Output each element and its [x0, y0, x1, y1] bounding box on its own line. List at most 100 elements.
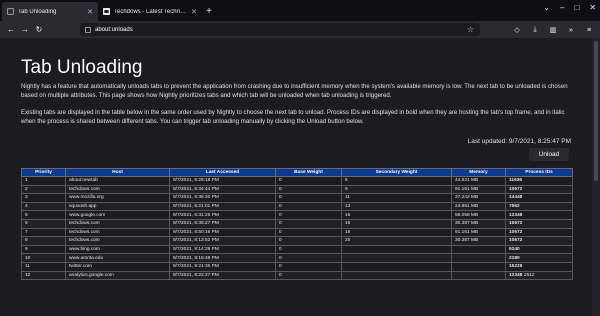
cell-base-weight: 0	[275, 176, 342, 186]
process-id: 12348	[509, 212, 523, 218]
cell-memory	[451, 244, 506, 255]
downloads-icon[interactable]: ⤓	[528, 23, 542, 37]
url-bar[interactable]: about:unloads ☆	[80, 23, 480, 36]
cell-base-weight: 0	[275, 201, 342, 212]
cell-process-ids: 15228	[505, 261, 573, 272]
cell-base-weight: 0	[275, 270, 342, 281]
cell-memory: 24.851 MB	[451, 201, 506, 212]
forward-button[interactable]: →	[18, 23, 32, 37]
reload-button[interactable]: ↻	[32, 23, 46, 37]
cell-last-accessed: 9/7/2021, 8:36:20 PM	[169, 193, 276, 203]
cell-host: www.amrita.edu	[65, 253, 170, 263]
instructions-paragraph: Existing tabs are displayed in the table…	[21, 109, 565, 125]
table-row: 12 analytics.google.com 9/7/2021, 8:22:27 …	[21, 270, 573, 281]
new-tab-button[interactable]: +	[202, 2, 216, 21]
process-id: 10672	[509, 186, 523, 192]
cell-secondary-weight: 25	[341, 236, 452, 246]
cell-secondary-weight: 11	[341, 193, 452, 203]
tab-strip: Tab Unloading ✕ Techdows - Latest Techno…	[0, 0, 600, 21]
table-row: 5 www.google.com 9/7/2021, 6:31:25 PM 0 15 56…	[21, 210, 573, 220]
process-id: 12348	[509, 272, 523, 278]
library-icon[interactable]: ▥	[546, 23, 560, 37]
header-secondary-weight[interactable]: Secondary Weight	[341, 168, 452, 177]
process-id: 7552	[509, 204, 520, 210]
cell-base-weight: 0	[275, 210, 342, 220]
unload-button[interactable]: Unload	[529, 148, 569, 161]
cell-secondary-weight	[341, 244, 452, 255]
extensions-icon[interactable]: »	[564, 23, 578, 37]
cell-secondary-weight: 9	[341, 184, 452, 195]
header-last-accessed[interactable]: Last Accessed	[169, 168, 276, 177]
minimize-icon[interactable]: –	[560, 3, 564, 12]
cell-base-weight: 0	[275, 236, 342, 246]
cell-memory: 44.621 MB	[451, 176, 506, 186]
cell-host: analytics.google.com	[65, 270, 170, 281]
cell-host: squoosh.app	[65, 201, 170, 212]
cell-priority: 6	[21, 218, 66, 229]
table-row: 4 squoosh.app 9/7/2021, 6:21:01 PM 0 13 24.85…	[21, 201, 573, 212]
cell-secondary-weight: 15	[341, 210, 452, 220]
process-id: 10672	[509, 238, 523, 244]
techdows-favicon-icon	[103, 8, 110, 15]
cell-priority: 10	[21, 253, 66, 263]
cell-base-weight: 0	[275, 227, 342, 238]
cell-host: techdows.com	[65, 236, 170, 246]
cell-process-ids: 9240	[505, 244, 573, 255]
description-paragraph: Nightly has a feature that automatically…	[21, 83, 568, 99]
cell-last-accessed: 9/7/2021, 8:14:29 PM	[169, 244, 276, 255]
header-host[interactable]: Host	[65, 168, 170, 177]
cell-process-ids: 12348 2512	[505, 270, 573, 281]
cell-memory: 30.387 MB	[451, 218, 506, 229]
bookmark-star-icon[interactable]: ☆	[467, 25, 474, 34]
cell-process-ids: 2180	[505, 253, 573, 263]
process-id: 14448	[509, 195, 523, 201]
header-memory[interactable]: Memory	[451, 168, 506, 177]
cell-host: www.bing.com	[65, 244, 170, 255]
cell-memory	[451, 253, 506, 263]
cell-memory: 30.387 MB	[451, 236, 506, 246]
page-title: Tab Unloading	[21, 57, 143, 78]
table-row: 9 www.bing.com 9/7/2021, 8:14:29 PM 0 9240	[21, 244, 573, 255]
close-window-icon[interactable]: ✕	[589, 3, 596, 12]
process-id: 10672	[509, 221, 523, 227]
table-row: 3 www.mozilla.org 9/7/2021, 8:36:20 PM 0 11 3…	[21, 193, 573, 203]
cell-base-weight: 0	[275, 253, 342, 263]
page-scrollbar[interactable]	[592, 38, 600, 316]
cell-priority: 3	[21, 193, 66, 203]
scrollbar-thumb[interactable]	[594, 41, 598, 181]
cell-host: www.google.com	[65, 210, 170, 220]
page-icon	[7, 8, 14, 15]
cell-secondary-weight: 13	[341, 201, 452, 212]
list-all-tabs-icon[interactable]: ⌄	[543, 3, 550, 12]
cell-last-accessed: 9/7/2021, 6:36:27 PM	[169, 218, 276, 229]
cell-base-weight: 0	[275, 261, 342, 272]
cell-secondary-weight	[341, 261, 452, 272]
menu-icon[interactable]: ≡	[582, 23, 596, 37]
navigation-bar: ← → ↻ about:unloads ☆ ◇ ⤓ ▥ » ≡	[0, 21, 600, 38]
close-tab-icon[interactable]: ✕	[87, 8, 93, 16]
cell-secondary-weight	[341, 253, 452, 263]
pocket-icon[interactable]: ◇	[510, 23, 524, 37]
cell-last-accessed: 9/7/2021, 6:29:18 PM	[169, 176, 276, 186]
tab-tab-unloading[interactable]: Tab Unloading ✕	[2, 2, 98, 21]
cell-base-weight: 0	[275, 184, 342, 195]
close-tab-icon[interactable]: ✕	[191, 8, 197, 16]
maximize-icon[interactable]: □	[574, 3, 579, 12]
page-info-icon[interactable]	[85, 26, 91, 33]
table-row: 6 techdows.com 9/7/2021, 6:36:27 PM 0 16 30.3…	[21, 218, 573, 229]
window-controls: ⌄ – □ ✕	[543, 3, 596, 12]
cell-last-accessed: 9/7/2021, 6:50:16 PM	[169, 227, 276, 238]
page-content: Tab Unloading Nightly has a feature that…	[0, 38, 600, 316]
header-priority[interactable]: Priority	[21, 168, 66, 177]
cell-base-weight: 0	[275, 244, 342, 255]
header-base-weight[interactable]: Base Weight	[275, 168, 342, 177]
cell-priority: 4	[21, 201, 66, 212]
process-id: 9240	[509, 247, 520, 253]
tab-techdows[interactable]: Techdows - Latest Technolog ✕	[98, 2, 202, 21]
back-button[interactable]: ←	[4, 23, 18, 37]
cell-process-ids: 10672	[505, 218, 573, 229]
cell-memory: 56.058 MB	[451, 210, 506, 220]
header-process-ids[interactable]: Process IDs	[505, 168, 573, 177]
tab-table: Priority Host Last Accessed Base Weight …	[21, 168, 573, 281]
cell-memory	[451, 261, 506, 272]
